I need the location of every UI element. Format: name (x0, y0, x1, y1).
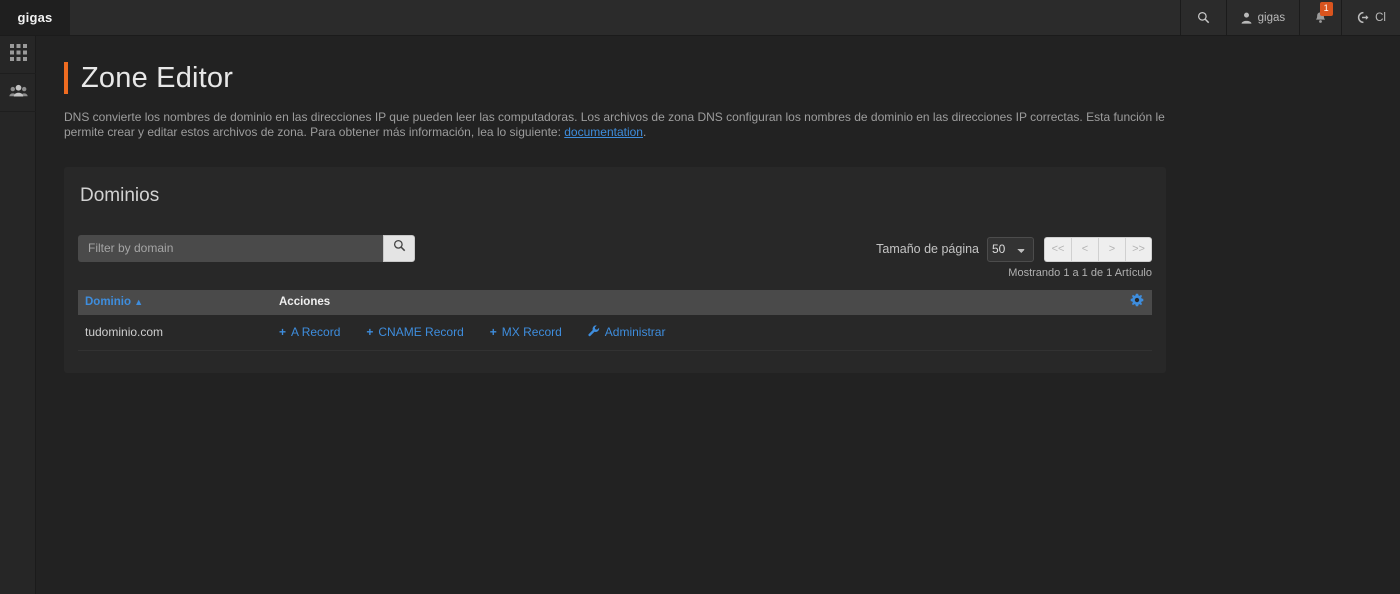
add-a-record-link[interactable]: + A Record (279, 325, 340, 339)
plus-icon: + (366, 325, 374, 340)
panel-toolbar: Tamaño de página 50 << < > >> Mostrando … (78, 234, 1152, 279)
cell-domain: tudominio.com (85, 325, 164, 340)
page-size-select[interactable]: 50 (987, 236, 1034, 262)
pagination-buttons: << < > >> (1044, 236, 1152, 262)
table-header-row: Dominio ▲ Acciones (78, 289, 1152, 315)
users-icon (8, 83, 28, 103)
manage-domain-link[interactable]: Administrar (588, 325, 666, 340)
column-header-dominio[interactable]: Dominio ▲ (82, 296, 279, 308)
sidebar-item-users[interactable] (0, 74, 36, 112)
domain-filter-input[interactable] (78, 234, 383, 262)
brand-logo[interactable]: gigas (0, 0, 70, 35)
plus-icon: + (489, 325, 497, 340)
search-icon (1197, 11, 1210, 24)
page-description-tail: . (642, 125, 647, 140)
page-header: Zone Editor (64, 62, 1400, 94)
topbar: gigas gigas 1 Cl (0, 0, 1400, 36)
column-header-dominio-label: Dominio (85, 296, 131, 309)
title-accent-bar (64, 62, 68, 94)
grid-icon (9, 43, 27, 66)
domains-panel: Dominios Tamaño de página 50 << (64, 166, 1166, 373)
panel-title: Dominios (80, 184, 160, 206)
add-cname-record-label: CNAME Record (378, 325, 464, 340)
add-cname-record-link[interactable]: + CNAME Record (366, 325, 463, 339)
showing-count-label: Mostrando 1 a 1 de 1 Artículo (1008, 266, 1152, 279)
logout-icon (1356, 11, 1369, 24)
pagination-controls: Tamaño de página 50 << < > >> (876, 236, 1152, 262)
topbar-logout-button[interactable]: Cl (1341, 0, 1400, 35)
add-mx-record-link[interactable]: + MX Record (490, 325, 562, 339)
sort-ascending-icon: ▲ (134, 297, 144, 308)
column-header-acciones: Acciones (279, 296, 1130, 308)
sidebar-item-apps[interactable] (0, 36, 36, 74)
page-title: Zone Editor (81, 61, 234, 94)
documentation-link[interactable]: documentation (564, 125, 643, 139)
sidebar (0, 36, 36, 594)
topbar-logout-label: Cl (1375, 11, 1386, 24)
prev-page-button[interactable]: < (1071, 236, 1098, 262)
next-page-button[interactable]: > (1098, 236, 1125, 262)
cell-actions: + A Record + CNAME Record + MX Record Ad… (279, 325, 1144, 340)
gear-icon (1130, 293, 1144, 312)
column-header-acciones-label: Acciones (279, 296, 331, 309)
user-icon (1241, 12, 1252, 24)
first-page-button[interactable]: << (1044, 236, 1071, 262)
wrench-icon (588, 325, 600, 340)
main-content: Zone Editor DNS convierte los nombres de… (36, 36, 1400, 594)
topbar-user-label: gigas (1257, 11, 1286, 24)
add-mx-record-label: MX Record (501, 325, 562, 340)
add-a-record-label: A Record (291, 325, 341, 340)
domain-filter-submit-button[interactable] (383, 234, 415, 262)
page-size-label: Tamaño de página (876, 242, 979, 257)
table-row: tudominio.com + A Record + CNAME Record … (78, 314, 1152, 351)
domains-table: Dominio ▲ Acciones tudominio.com + A Rec… (78, 289, 1152, 351)
notification-badge: 1 (1319, 2, 1333, 16)
topbar-search-button[interactable] (1179, 0, 1226, 35)
last-page-button[interactable]: >> (1125, 236, 1152, 262)
topbar-user-menu[interactable]: gigas (1225, 0, 1300, 35)
table-settings-button[interactable] (1130, 293, 1144, 312)
page-description: DNS convierte los nombres de dominio en … (64, 110, 1166, 141)
plus-icon: + (279, 325, 287, 340)
topbar-notifications-button[interactable]: 1 (1299, 0, 1341, 35)
pagination-area: Tamaño de página 50 << < > >> Mostrando … (876, 235, 1152, 279)
search-icon (393, 239, 406, 257)
manage-domain-label: Administrar (604, 325, 666, 340)
domain-filter-group (78, 234, 415, 262)
